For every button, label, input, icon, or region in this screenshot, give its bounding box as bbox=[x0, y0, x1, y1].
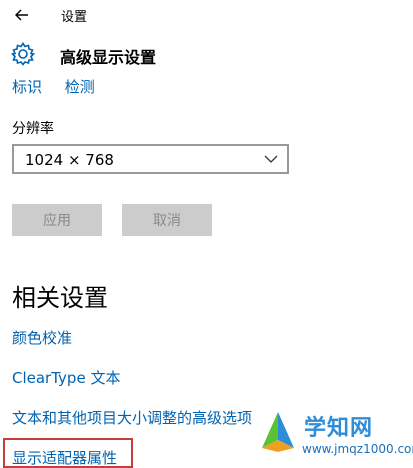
identify-link[interactable]: 标识 bbox=[12, 78, 42, 96]
resolution-label: 分辨率 bbox=[12, 121, 54, 137]
color-calibration-link[interactable]: 颜色校准 bbox=[12, 327, 72, 348]
display-identify-links: 标识 检测 bbox=[12, 76, 113, 97]
advanced-sizing-link[interactable]: 文本和其他项目大小调整的高级选项 bbox=[12, 407, 252, 428]
page-header: 高级显示设置 bbox=[0, 32, 413, 76]
back-button[interactable] bbox=[10, 4, 34, 26]
title-bar: 设置 bbox=[0, 0, 413, 32]
resolution-value: 1024 × 768 bbox=[25, 151, 114, 169]
cleartype-text-link[interactable]: ClearType 文本 bbox=[12, 367, 120, 388]
related-settings-heading: 相关设置 bbox=[12, 284, 108, 312]
watermark-title: 学知网 bbox=[304, 416, 374, 441]
back-arrow-icon bbox=[15, 9, 28, 21]
watermark: 学知网 www.jmqz1000.com bbox=[256, 404, 413, 465]
apply-button[interactable]: 应用 bbox=[12, 204, 102, 236]
page-title: 高级显示设置 bbox=[60, 48, 157, 67]
gear-icon bbox=[10, 42, 36, 66]
cancel-button[interactable]: 取消 bbox=[122, 204, 212, 236]
detect-link[interactable]: 检测 bbox=[65, 78, 95, 96]
highlight-box bbox=[3, 438, 133, 468]
chevron-down-icon bbox=[264, 155, 278, 163]
resolution-dropdown[interactable]: 1024 × 768 bbox=[12, 144, 289, 174]
app-title: 设置 bbox=[61, 10, 88, 25]
watermark-logo-icon bbox=[262, 412, 294, 452]
watermark-url: www.jmqz1000.com bbox=[302, 442, 413, 456]
